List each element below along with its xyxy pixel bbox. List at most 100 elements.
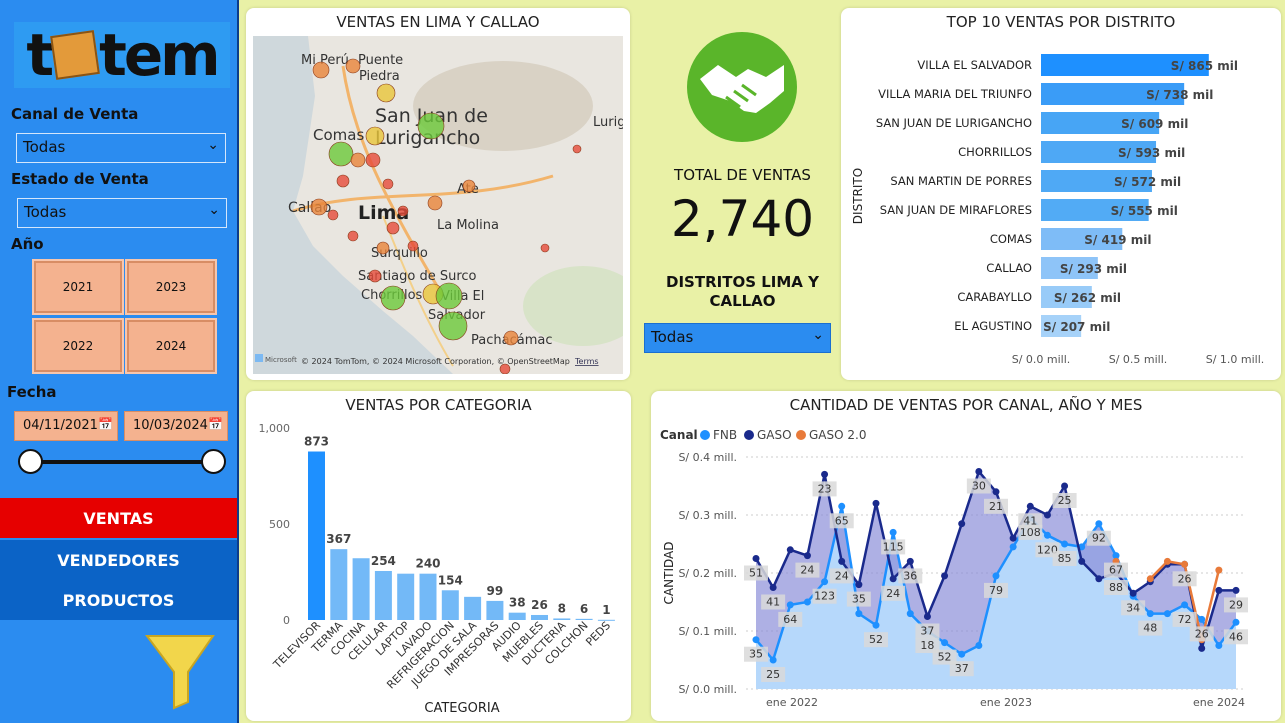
- date-from-input[interactable]: 04/11/2021 📅: [14, 411, 118, 441]
- series-point[interactable]: [906, 610, 914, 618]
- series-point[interactable]: [855, 610, 863, 618]
- series-point[interactable]: [1163, 557, 1171, 565]
- category-bar[interactable]: [374, 570, 392, 620]
- map-sales-bubble[interactable]: [312, 61, 330, 79]
- map-sales-bubble[interactable]: [540, 243, 550, 253]
- series-point[interactable]: [958, 650, 966, 658]
- category-bar[interactable]: [397, 573, 415, 620]
- series-point[interactable]: [906, 557, 914, 565]
- map-sales-bubble[interactable]: [407, 240, 419, 252]
- category-bar[interactable]: [597, 619, 615, 621]
- legend-series-label[interactable]: FNB: [713, 428, 737, 442]
- map-sales-bubble[interactable]: [382, 178, 394, 190]
- series-point[interactable]: [1198, 644, 1206, 652]
- map-sales-bubble[interactable]: [376, 83, 396, 103]
- series-point[interactable]: [992, 572, 1000, 580]
- series-point[interactable]: [941, 572, 949, 580]
- map-sales-bubble[interactable]: [310, 198, 328, 216]
- series-point[interactable]: [1146, 575, 1154, 583]
- map-sales-bubble[interactable]: [368, 269, 382, 283]
- year-2021-button[interactable]: 2021: [32, 259, 124, 315]
- map-sales-bubble[interactable]: [350, 152, 366, 168]
- map-sales-bubble[interactable]: [365, 126, 385, 146]
- series-point[interactable]: [786, 546, 794, 554]
- series-point[interactable]: [1043, 511, 1051, 519]
- estado-de-venta-dropdown[interactable]: Todas ⌄: [17, 198, 227, 228]
- year-2024-button[interactable]: 2024: [125, 318, 217, 374]
- series-point[interactable]: [752, 636, 760, 644]
- series-point[interactable]: [1181, 560, 1189, 568]
- map-sales-bubble[interactable]: [347, 230, 359, 242]
- series-point[interactable]: [1215, 566, 1223, 574]
- series-point[interactable]: [1078, 557, 1086, 565]
- lima-callao-map[interactable]: Mi Perú Puente Piedra San Juan de Luriga…: [253, 36, 623, 374]
- map-sales-bubble[interactable]: [572, 144, 582, 154]
- series-point[interactable]: [803, 598, 811, 606]
- series-point[interactable]: [1095, 520, 1103, 528]
- map-terms-link[interactable]: Terms: [574, 357, 599, 366]
- series-point[interactable]: [786, 601, 794, 609]
- series-point[interactable]: [1026, 502, 1034, 510]
- series-point[interactable]: [855, 581, 863, 589]
- distritos-dropdown[interactable]: Todas ⌄: [644, 323, 831, 353]
- series-point[interactable]: [975, 468, 983, 475]
- date-to-input[interactable]: 10/03/2024 📅: [124, 411, 228, 441]
- category-bar[interactable]: [508, 612, 526, 620]
- series-point[interactable]: [769, 584, 777, 591]
- map-sales-bubble[interactable]: [417, 112, 445, 140]
- series-point[interactable]: [1061, 540, 1069, 548]
- series-point[interactable]: [1215, 586, 1223, 594]
- series-point[interactable]: [769, 656, 777, 664]
- map-sales-bubble[interactable]: [435, 282, 463, 310]
- series-point[interactable]: [1181, 601, 1189, 609]
- calendar-icon[interactable]: 📅: [98, 417, 113, 431]
- legend-series-label[interactable]: GASO 2.0: [809, 428, 866, 442]
- series-point[interactable]: [1043, 531, 1051, 539]
- category-bar[interactable]: [464, 596, 482, 620]
- series-point[interactable]: [752, 555, 760, 562]
- map-sales-bubble[interactable]: [345, 58, 361, 74]
- canal-de-venta-dropdown[interactable]: Todas ⌄: [16, 133, 226, 163]
- series-point[interactable]: [1232, 618, 1240, 626]
- date-range-slider-start-handle[interactable]: [18, 449, 43, 474]
- map-sales-bubble[interactable]: [336, 174, 350, 188]
- series-point[interactable]: [975, 642, 983, 649]
- nav-vendedores-button[interactable]: VENDEDORES: [0, 540, 237, 580]
- category-bar[interactable]: [308, 451, 325, 620]
- category-bar[interactable]: [553, 618, 571, 620]
- year-2022-button[interactable]: 2022: [32, 318, 124, 374]
- series-point[interactable]: [1215, 642, 1223, 649]
- date-range-slider-track[interactable]: [30, 460, 214, 464]
- series-point[interactable]: [1009, 534, 1017, 542]
- series-point[interactable]: [1061, 482, 1069, 490]
- nav-productos-button[interactable]: PRODUCTOS: [0, 580, 237, 620]
- series-point[interactable]: [803, 552, 811, 560]
- category-bar[interactable]: [330, 549, 348, 620]
- series-point[interactable]: [821, 578, 829, 586]
- category-bar[interactable]: [441, 590, 459, 620]
- series-point[interactable]: [889, 528, 897, 536]
- category-bar[interactable]: [575, 618, 593, 620]
- map-sales-bubble[interactable]: [427, 195, 443, 211]
- year-2023-button[interactable]: 2023: [125, 259, 217, 315]
- map-sales-bubble[interactable]: [328, 141, 354, 167]
- map-sales-bubble[interactable]: [380, 285, 406, 311]
- series-point[interactable]: [1232, 586, 1240, 594]
- series-point[interactable]: [1198, 615, 1206, 623]
- series-point[interactable]: [872, 499, 880, 507]
- map-sales-bubble[interactable]: [438, 311, 468, 341]
- series-point[interactable]: [1163, 610, 1171, 618]
- map-sales-bubble[interactable]: [386, 221, 400, 235]
- series-point[interactable]: [838, 502, 846, 510]
- map-sales-bubble[interactable]: [365, 152, 381, 168]
- category-bar[interactable]: [486, 600, 504, 620]
- series-point[interactable]: [941, 639, 949, 647]
- map-sales-bubble[interactable]: [462, 179, 476, 193]
- map-sales-bubble[interactable]: [503, 330, 519, 346]
- filter-funnel-icon[interactable]: [144, 632, 216, 710]
- series-point[interactable]: [958, 520, 966, 528]
- date-range-slider-end-handle[interactable]: [201, 449, 226, 474]
- series-point[interactable]: [992, 488, 1000, 496]
- map-sales-bubble[interactable]: [376, 241, 390, 255]
- legend-series-label[interactable]: GASO: [757, 428, 792, 442]
